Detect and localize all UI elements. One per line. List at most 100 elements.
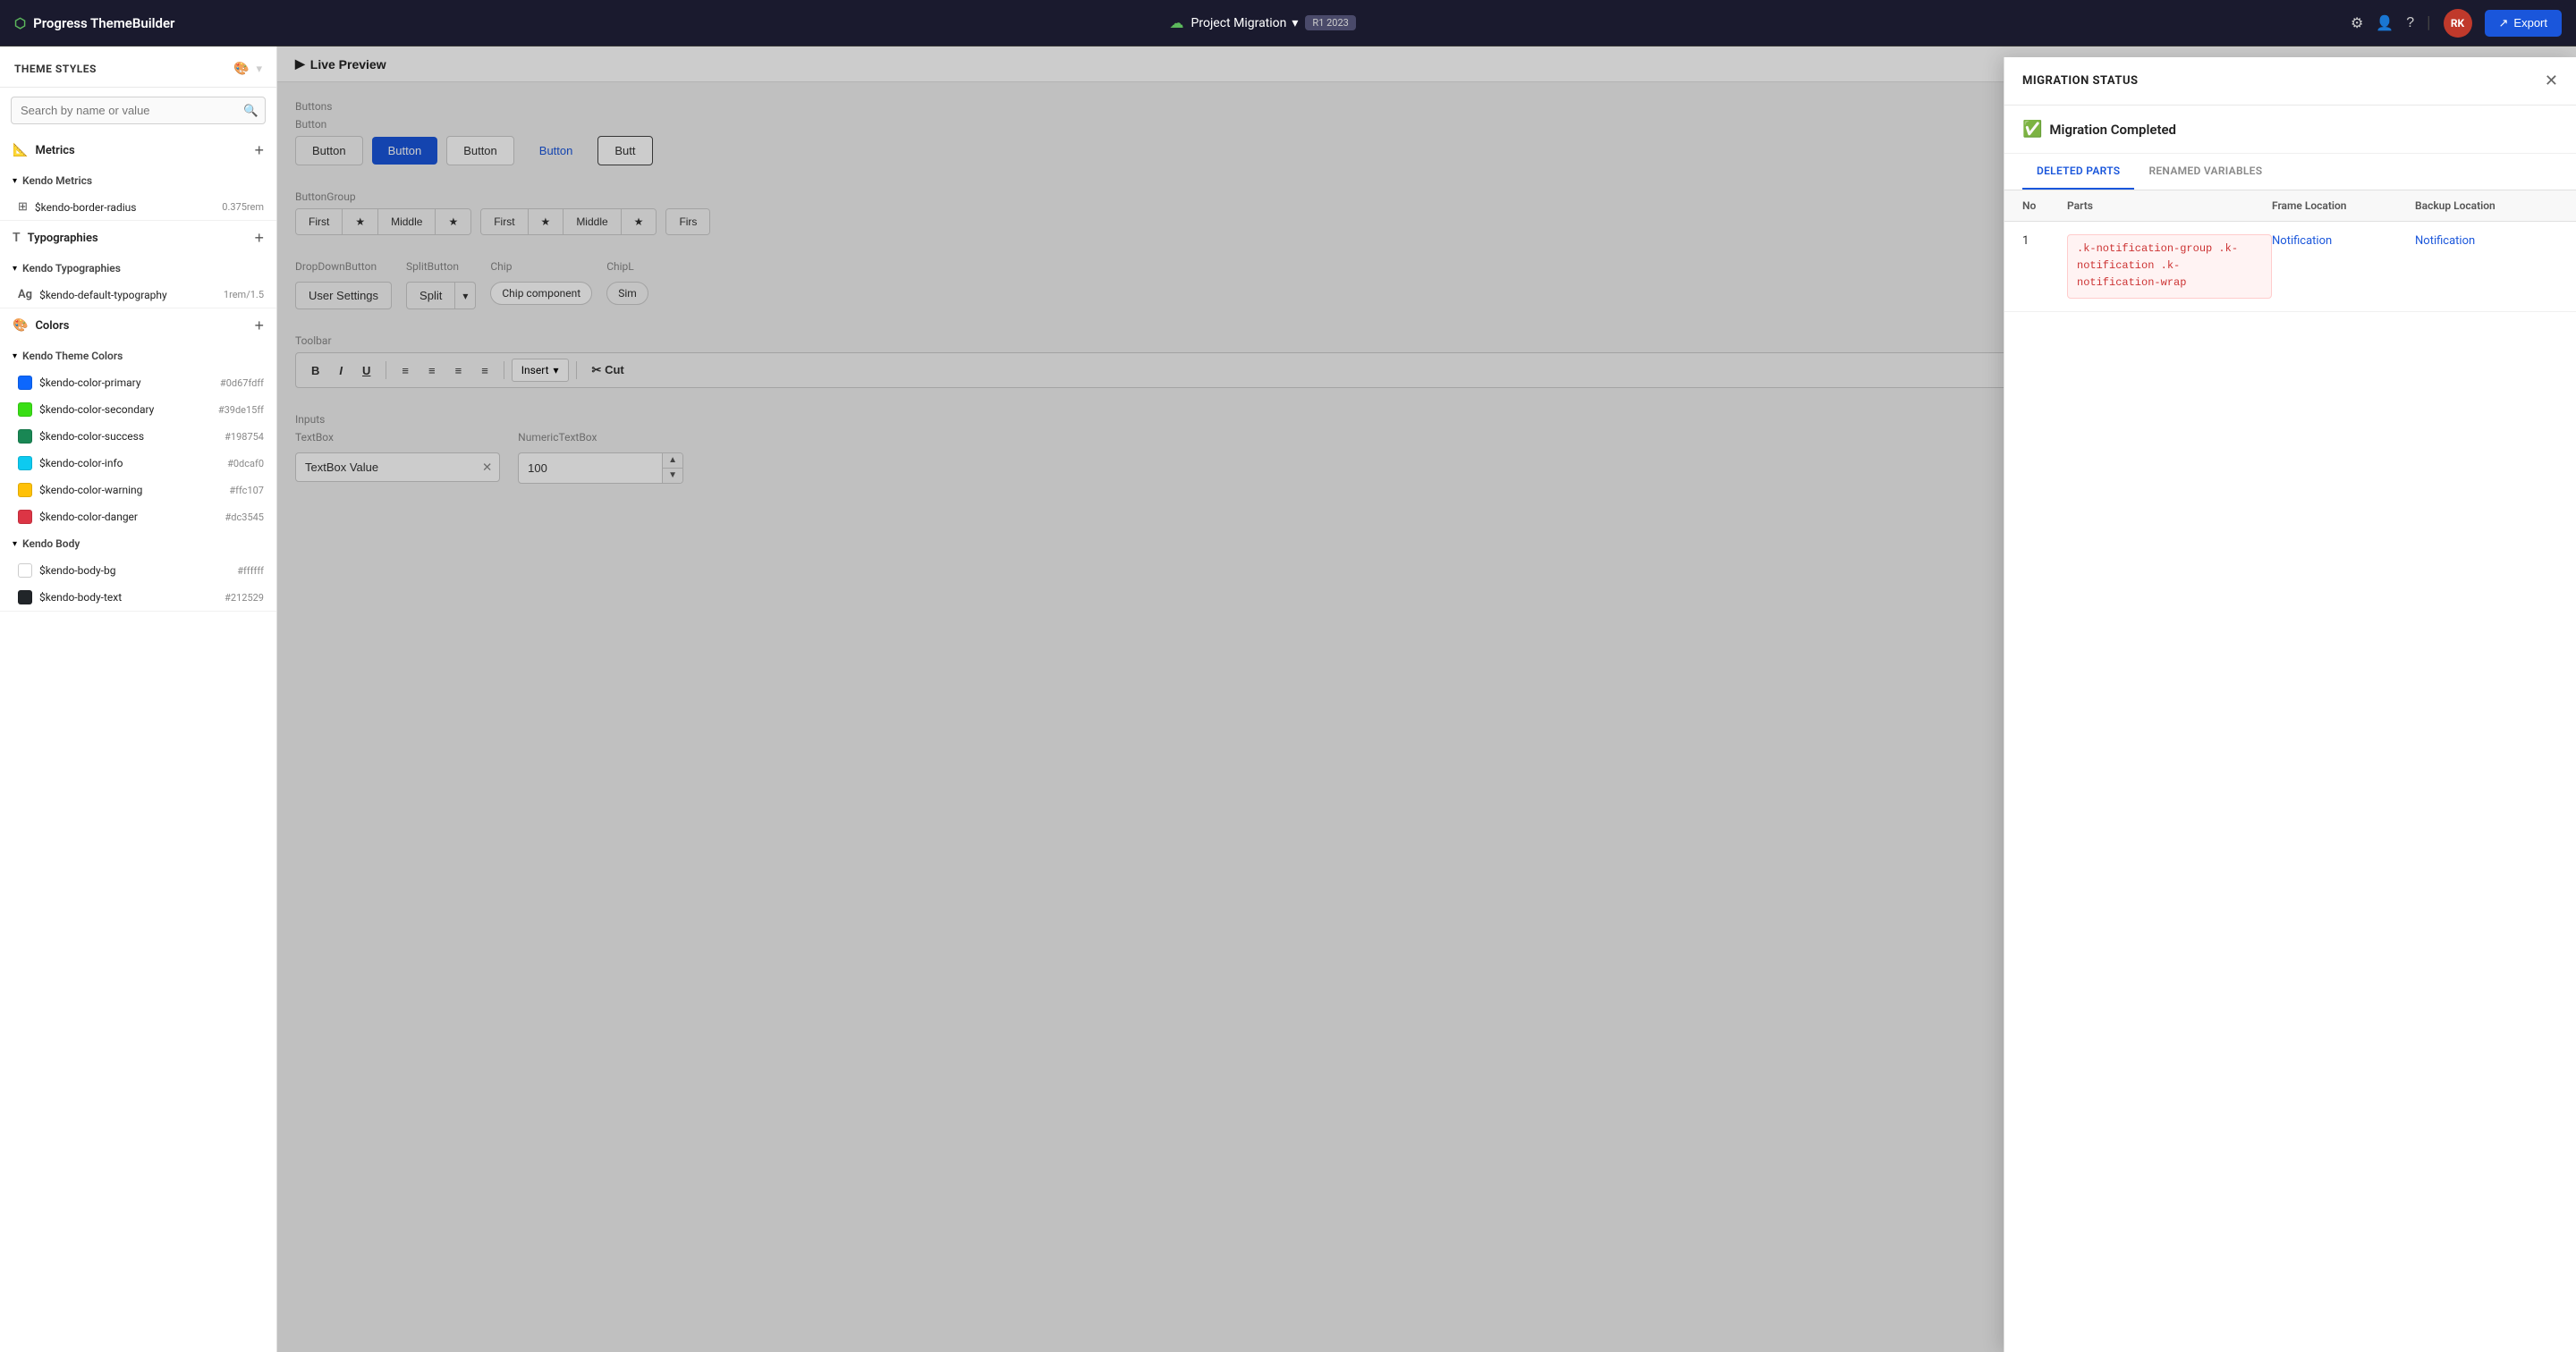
list-item: ⊞ $kendo-border-radius 0.375rem — [0, 194, 276, 220]
migration-modal: MIGRATION STATUS ✕ ✅ Migration Completed… — [2004, 57, 2576, 1352]
border-radius-name: $kendo-border-radius — [35, 201, 211, 214]
sidebar-typographies-header[interactable]: T Typographies + — [0, 221, 276, 255]
info-color-swatch — [18, 456, 32, 470]
project-badge: R1 2023 — [1305, 15, 1355, 30]
kendo-body-header[interactable]: ▾ Kendo Body — [0, 530, 276, 557]
main-content: ▶ Live Preview ✏ Buttons Button Button B… — [277, 46, 2576, 1352]
typographies-label: Typographies — [28, 232, 98, 245]
secondary-color-swatch — [18, 402, 32, 417]
modal-header: MIGRATION STATUS ✕ — [2004, 57, 2576, 106]
modal-close-button[interactable]: ✕ — [2545, 72, 2558, 90]
border-radius-value: 0.375rem — [222, 201, 264, 213]
sidebar-colors-header[interactable]: 🎨 Colors + — [0, 308, 276, 342]
body-text-name: $kendo-body-text — [39, 591, 214, 604]
search-input[interactable] — [11, 97, 266, 124]
list-item[interactable]: $kendo-color-secondary #39de15ff — [0, 396, 276, 423]
header-divider: | — [2427, 13, 2430, 32]
modal-title: MIGRATION STATUS — [2022, 74, 2139, 88]
kendo-metrics-label: Kendo Metrics — [22, 174, 92, 187]
settings-button[interactable]: ⚙ — [2351, 14, 2363, 32]
metrics-label: Metrics — [35, 144, 74, 157]
search-bar: 🔍 — [11, 97, 266, 124]
body-bg-name: $kendo-body-bg — [39, 564, 226, 577]
project-name[interactable]: Project Migration ▾ — [1191, 16, 1299, 30]
sidebar-section-metrics: 📐 Metrics + ▾ Kendo Metrics ⊞ $kendo-bor… — [0, 133, 276, 221]
export-button[interactable]: ↗ Export — [2485, 10, 2562, 37]
kendo-typographies-label: Kendo Typographies — [22, 262, 121, 275]
logo-text: Progress ThemeBuilder — [33, 15, 174, 31]
list-item[interactable]: $kendo-body-bg #ffffff — [0, 557, 276, 584]
primary-color-name: $kendo-color-primary — [39, 376, 209, 389]
body-text-swatch — [18, 590, 32, 604]
theme-icon-btn[interactable]: 🎨 — [233, 61, 249, 76]
colors-chevron: ▾ — [13, 351, 17, 361]
sidebar-header-icons: 🎨 ▾ — [233, 61, 262, 76]
sidebar-header: THEME STYLES 🎨 ▾ — [0, 46, 276, 88]
sidebar-chevron-btn[interactable]: ▾ — [256, 62, 262, 76]
info-color-value: #0dcaf0 — [227, 458, 264, 469]
modal-overlay[interactable]: MIGRATION STATUS ✕ ✅ Migration Completed… — [277, 46, 2576, 1352]
list-item[interactable]: $kendo-color-danger #dc3545 — [0, 503, 276, 530]
colors-add-button[interactable]: + — [254, 317, 264, 334]
danger-color-value: #dc3545 — [225, 511, 264, 523]
row-frame-location: Notification — [2272, 234, 2415, 248]
status-text: Migration Completed — [2049, 122, 2176, 138]
help-button[interactable]: ? — [2406, 15, 2414, 31]
chevron-down-icon: ▾ — [1292, 16, 1298, 30]
warning-color-name: $kendo-color-warning — [39, 484, 218, 496]
primary-color-value: #0d67fdff — [220, 377, 264, 389]
success-color-value: #198754 — [225, 431, 264, 443]
border-radius-icon: ⊞ — [18, 200, 28, 214]
kendo-theme-colors-label: Kendo Theme Colors — [22, 350, 123, 362]
main-layout: THEME STYLES 🎨 ▾ 🔍 📐 Metrics + ▾ Kendo M… — [0, 46, 2576, 1352]
list-item[interactable]: $kendo-color-success #198754 — [0, 423, 276, 450]
body-chevron: ▾ — [13, 539, 17, 549]
success-color-swatch — [18, 429, 32, 444]
warning-color-value: #ffc107 — [229, 485, 264, 496]
backup-location-link[interactable]: Notification — [2415, 234, 2475, 248]
body-text-value: #212529 — [225, 592, 264, 604]
default-typography-name: $kendo-default-typography — [39, 289, 213, 301]
typographies-icon: T — [13, 231, 21, 245]
app-header: ⬡ Progress ThemeBuilder ☁ Project Migrat… — [0, 0, 2576, 46]
list-item[interactable]: $kendo-color-primary #0d67fdff — [0, 369, 276, 396]
search-button[interactable]: 🔍 — [243, 104, 258, 118]
colors-label: Colors — [35, 319, 69, 333]
kendo-body-label: Kendo Body — [22, 537, 80, 550]
list-item[interactable]: $kendo-color-warning #ffc107 — [0, 477, 276, 503]
list-item[interactable]: $kendo-color-info #0dcaf0 — [0, 450, 276, 477]
avatar[interactable]: RK — [2444, 9, 2472, 38]
secondary-color-value: #39de15ff — [218, 404, 264, 416]
modal-table: No Parts Frame Location Backup Location … — [2004, 190, 2576, 1352]
col-no: No — [2022, 199, 2067, 212]
cloud-icon: ☁ — [1170, 14, 1184, 31]
list-item[interactable]: $kendo-body-text #212529 — [0, 584, 276, 611]
primary-color-swatch — [18, 376, 32, 390]
kendo-typographies-header[interactable]: ▾ Kendo Typographies — [0, 255, 276, 282]
metrics-add-button[interactable]: + — [254, 142, 264, 158]
table-row: 1 .k-notification-group .k-notification … — [2004, 222, 2576, 312]
export-icon: ↗ — [2499, 16, 2509, 30]
default-typography-value: 1rem/1.5 — [224, 289, 264, 300]
list-item: Ag $kendo-default-typography 1rem/1.5 — [0, 282, 276, 308]
info-color-name: $kendo-color-info — [39, 457, 216, 469]
sidebar-metrics-header[interactable]: 📐 Metrics + — [0, 133, 276, 167]
header-center: ☁ Project Migration ▾ R1 2023 — [1170, 14, 1356, 31]
sidebar-section-typographies: T Typographies + ▾ Kendo Typographies Ag… — [0, 221, 276, 308]
tab-deleted-parts[interactable]: DELETED PARTS — [2022, 154, 2134, 190]
add-user-button[interactable]: 👤 — [2376, 14, 2394, 32]
header-left: ⬡ Progress ThemeBuilder — [14, 15, 174, 31]
header-right: ⚙ 👤 ? | RK ↗ Export — [2351, 9, 2562, 38]
row-parts: .k-notification-group .k-notification .k… — [2067, 234, 2272, 299]
subsection-chevron: ▾ — [13, 176, 17, 186]
sidebar: THEME STYLES 🎨 ▾ 🔍 📐 Metrics + ▾ Kendo M… — [0, 46, 277, 1352]
tab-renamed-variables[interactable]: RENAMED VARIABLES — [2134, 154, 2276, 190]
frame-location-link[interactable]: Notification — [2272, 234, 2332, 248]
status-icon: ✅ — [2022, 120, 2042, 139]
parts-code: .k-notification-group .k-notification .k… — [2067, 234, 2272, 299]
typographies-add-button[interactable]: + — [254, 230, 264, 246]
col-parts: Parts — [2067, 199, 2272, 212]
kendo-theme-colors-header[interactable]: ▾ Kendo Theme Colors — [0, 342, 276, 369]
body-bg-swatch — [18, 563, 32, 578]
kendo-metrics-header[interactable]: ▾ Kendo Metrics — [0, 167, 276, 194]
